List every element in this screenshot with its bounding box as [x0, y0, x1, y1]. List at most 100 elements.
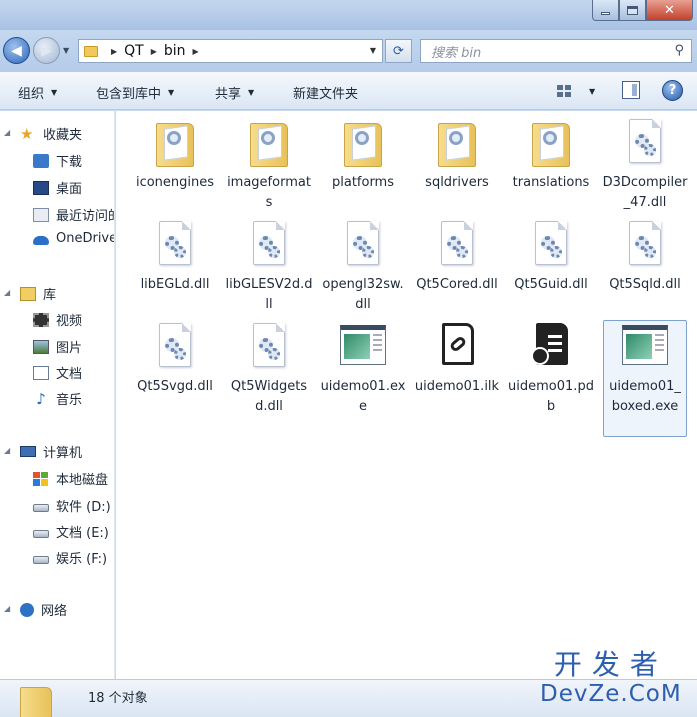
- recent-pages-dropdown[interactable]: ▼: [63, 46, 69, 55]
- nav-item-favorites[interactable]: ★ 收藏夹: [20, 124, 82, 143]
- application-icon: [340, 325, 386, 365]
- file-name: D3Dcompiler_47.dll: [602, 175, 688, 210]
- change-view-button[interactable]: ▼: [557, 81, 599, 101]
- file-item-libegld[interactable]: libEGLd.dll: [129, 219, 221, 295]
- file-item-uidemo01-exe[interactable]: uidemo01.exe: [317, 321, 409, 417]
- minimize-icon: [601, 11, 610, 15]
- file-name: uidemo01_boxed.exe: [609, 379, 681, 414]
- chevron-right-icon[interactable]: ▶: [151, 47, 157, 56]
- dll-file-icon: [629, 221, 661, 265]
- dll-file-icon: [535, 221, 567, 265]
- file-item-d3dcompiler[interactable]: D3Dcompiler_47.dll: [599, 117, 691, 213]
- caret-down-icon: ▼: [51, 88, 58, 97]
- organize-menu[interactable]: 组织 ▼: [18, 83, 57, 102]
- address-dropdown-icon[interactable]: ▼: [370, 46, 376, 55]
- file-item-libglesv2d[interactable]: libGLESV2d.dll: [223, 219, 315, 315]
- file-item-uidemo01-pdb[interactable]: uidemo01.pdb: [505, 321, 597, 417]
- nav-item-network[interactable]: 网络: [20, 600, 67, 619]
- maximize-button[interactable]: [619, 0, 646, 21]
- view-grid-icon: [557, 85, 571, 97]
- nav-item-onedrive[interactable]: OneDrive: [33, 231, 114, 246]
- nav-label: 下载: [56, 155, 83, 170]
- nav-item-music[interactable]: ♪ 音乐: [33, 389, 82, 408]
- nav-item-downloads[interactable]: 下载: [33, 151, 82, 170]
- file-item-platforms[interactable]: platforms: [317, 117, 409, 193]
- help-button[interactable]: ?: [662, 80, 683, 101]
- nav-item-pictures[interactable]: 图片: [33, 337, 82, 356]
- back-arrow-icon: ◀: [11, 42, 22, 59]
- caret-down-icon: ▼: [589, 86, 596, 96]
- back-button[interactable]: ◀: [3, 37, 30, 64]
- linked-file-icon: [442, 323, 474, 365]
- expand-arrow-icon[interactable]: ◢: [4, 446, 10, 455]
- new-folder-label: 新建文件夹: [293, 87, 359, 102]
- dll-file-icon: [253, 323, 285, 367]
- watermark: 开发者 DevZe.CoM: [540, 651, 682, 706]
- expand-arrow-icon[interactable]: ◢: [4, 288, 10, 297]
- nav-item-recent-places[interactable]: 最近访问的位置: [33, 205, 114, 224]
- nav-item-disk-d[interactable]: 软件 (D:): [33, 496, 111, 515]
- nav-label: 软件 (D:): [56, 500, 111, 515]
- breadcrumb-qt[interactable]: QT: [124, 43, 144, 59]
- forward-arrow-icon: ▶: [41, 42, 52, 59]
- nav-label: 文档 (E:): [56, 526, 109, 541]
- expand-arrow-icon[interactable]: ◢: [4, 128, 10, 137]
- file-name: opengl32sw.dll: [322, 277, 404, 312]
- forward-button[interactable]: ▶: [33, 37, 60, 64]
- file-item-iconengines[interactable]: iconengines: [129, 117, 221, 193]
- nav-label: 网络: [41, 604, 68, 619]
- file-item-qt5cored[interactable]: Qt5Cored.dll: [411, 219, 503, 295]
- include-in-library-label: 包含到库中: [96, 87, 162, 102]
- chevron-right-icon[interactable]: ▶: [193, 47, 199, 56]
- file-item-qt5guid[interactable]: Qt5Guid.dll: [505, 219, 597, 295]
- caret-down-icon: ▼: [248, 88, 255, 97]
- close-button[interactable]: ✕: [646, 0, 693, 21]
- file-name: platforms: [331, 175, 394, 190]
- nav-label: 音乐: [56, 393, 83, 408]
- share-menu[interactable]: 共享 ▼: [215, 83, 254, 102]
- caret-down-icon: ▼: [168, 88, 175, 97]
- expand-arrow-icon[interactable]: ◢: [4, 604, 10, 613]
- file-item-qt5sqld[interactable]: Qt5Sqld.dll: [599, 219, 691, 295]
- file-item-qt5widgetsd[interactable]: Qt5Widgetsd.dll: [223, 321, 315, 417]
- file-name: iconengines: [135, 175, 215, 190]
- folder-icon: [84, 45, 98, 57]
- file-item-uidemo01-boxed-exe[interactable]: uidemo01_boxed.exe: [603, 320, 687, 437]
- nav-label: 娱乐 (F:): [56, 552, 108, 567]
- file-item-qt5svgd[interactable]: Qt5Svgd.dll: [129, 321, 221, 397]
- file-item-imageformats[interactable]: imageformats: [223, 117, 315, 213]
- computer-icon: [20, 446, 36, 457]
- file-name: imageformats: [227, 175, 311, 210]
- include-in-library-menu[interactable]: 包含到库中 ▼: [96, 83, 174, 102]
- preview-pane-button[interactable]: [622, 81, 640, 99]
- refresh-button[interactable]: ⟳: [385, 39, 412, 63]
- file-item-opengl32sw[interactable]: opengl32sw.dll: [317, 219, 409, 315]
- nav-label: 库: [43, 288, 57, 303]
- minimize-button[interactable]: [592, 0, 619, 21]
- file-name: uidemo01.ilk: [414, 379, 500, 394]
- new-folder-button[interactable]: 新建文件夹: [293, 83, 358, 102]
- file-item-uidemo01-ilk[interactable]: uidemo01.ilk: [411, 321, 503, 397]
- nav-item-local-disk[interactable]: 本地磁盘: [33, 469, 108, 488]
- nav-label: 计算机: [43, 446, 83, 461]
- nav-item-disk-e[interactable]: 文档 (E:): [33, 522, 109, 541]
- dll-file-icon: [441, 221, 473, 265]
- file-item-sqldrivers[interactable]: sqldrivers: [411, 117, 503, 193]
- chevron-right-icon[interactable]: ▶: [111, 47, 117, 56]
- nav-item-computer[interactable]: 计算机: [20, 442, 82, 461]
- network-icon: [20, 602, 34, 617]
- nav-item-videos[interactable]: 视频: [33, 310, 82, 329]
- application-icon: [622, 325, 668, 365]
- file-name: uidemo01.pdb: [508, 379, 594, 414]
- breadcrumb-bin[interactable]: bin: [164, 43, 186, 59]
- nav-item-desktop[interactable]: 桌面: [33, 178, 82, 197]
- folder-icon: [438, 123, 476, 167]
- nav-item-documents[interactable]: 文档: [33, 363, 82, 382]
- file-item-translations[interactable]: translations: [505, 117, 597, 193]
- nav-item-disk-f[interactable]: 娱乐 (F:): [33, 548, 107, 567]
- search-input[interactable]: 搜索 bin ⚲: [420, 39, 692, 63]
- address-bar[interactable]: ▶ QT ▶ bin ▶ ▼: [78, 39, 383, 63]
- nav-item-libraries[interactable]: 库: [20, 284, 56, 303]
- dll-file-icon: [253, 221, 285, 265]
- star-icon: ★: [20, 124, 34, 143]
